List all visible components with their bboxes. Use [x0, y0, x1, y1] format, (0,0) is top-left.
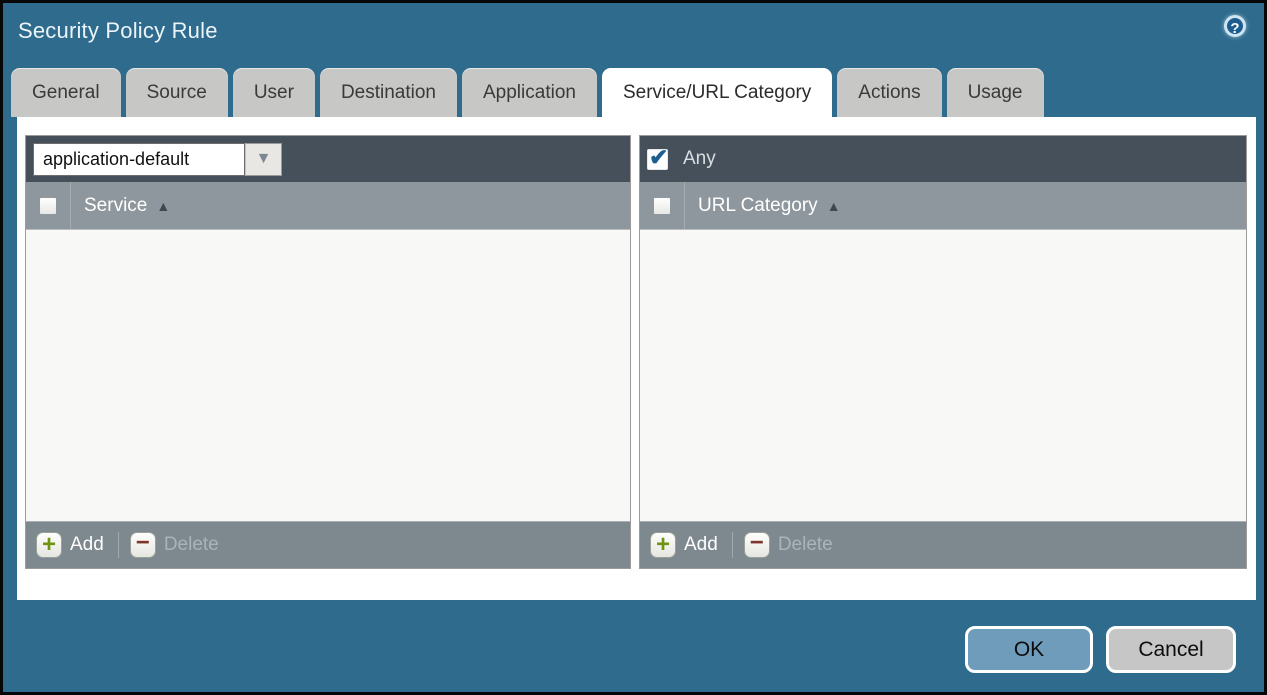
security-policy-rule-dialog: Security Policy Rule ? General Source Us… — [0, 0, 1267, 695]
help-icon[interactable]: ? — [1224, 15, 1246, 37]
service-select-all-checkbox[interactable] — [39, 197, 57, 215]
cancel-button[interactable]: Cancel — [1106, 626, 1236, 673]
delete-icon: − — [744, 532, 770, 558]
chevron-down-icon: ▼ — [256, 151, 272, 167]
tab-destination[interactable]: Destination — [320, 68, 457, 117]
footer-divider — [118, 532, 119, 558]
tab-content-area: ▼ Service ▲ + Add − Delete — [17, 117, 1256, 600]
any-checkbox[interactable]: ✔ — [647, 149, 668, 170]
add-icon: + — [36, 532, 62, 558]
url-category-delete-button[interactable]: − Delete — [744, 532, 833, 558]
tab-actions[interactable]: Actions — [837, 68, 941, 117]
service-column-header[interactable]: Service — [84, 195, 147, 217]
service-footer: + Add − Delete — [26, 521, 630, 568]
add-icon: + — [650, 532, 676, 558]
service-table-header: Service ▲ — [26, 182, 630, 230]
url-category-column-header[interactable]: URL Category — [698, 195, 818, 217]
url-category-footer: + Add − Delete — [640, 521, 1246, 568]
service-list-body — [26, 230, 630, 521]
footer-divider — [732, 532, 733, 558]
url-category-table-header: URL Category ▲ — [640, 182, 1246, 230]
url-category-select-all-checkbox[interactable] — [653, 197, 671, 215]
tab-service-url-category[interactable]: Service/URL Category — [602, 68, 832, 120]
sort-ascending-icon: ▲ — [156, 198, 170, 214]
service-select-all-cell — [26, 182, 71, 229]
checkmark-icon: ✔ — [649, 144, 668, 171]
url-category-panel: ✔ Any URL Category ▲ + Add − — [639, 135, 1247, 569]
tab-application[interactable]: Application — [462, 68, 597, 117]
service-add-button[interactable]: + Add — [36, 532, 104, 558]
delete-icon: − — [130, 532, 156, 558]
service-type-dropdown-button[interactable]: ▼ — [245, 143, 282, 176]
service-type-dropdown-input[interactable] — [33, 143, 245, 176]
url-category-select-all-cell — [640, 182, 685, 229]
url-category-toolbar: ✔ Any — [640, 136, 1246, 182]
service-delete-button[interactable]: − Delete — [130, 532, 219, 558]
any-label: Any — [683, 148, 716, 170]
tab-bar: General Source User Destination Applicat… — [11, 68, 1044, 120]
tab-usage[interactable]: Usage — [947, 68, 1044, 117]
url-category-list-body — [640, 230, 1246, 521]
service-toolbar: ▼ — [26, 136, 630, 182]
service-panel: ▼ Service ▲ + Add − Delete — [25, 135, 631, 569]
dialog-title: Security Policy Rule — [18, 18, 218, 44]
ok-button[interactable]: OK — [965, 626, 1093, 673]
tab-general[interactable]: General — [11, 68, 121, 117]
tab-source[interactable]: Source — [126, 68, 228, 117]
tab-user[interactable]: User — [233, 68, 315, 117]
url-category-add-button[interactable]: + Add — [650, 532, 718, 558]
sort-ascending-icon: ▲ — [827, 198, 841, 214]
